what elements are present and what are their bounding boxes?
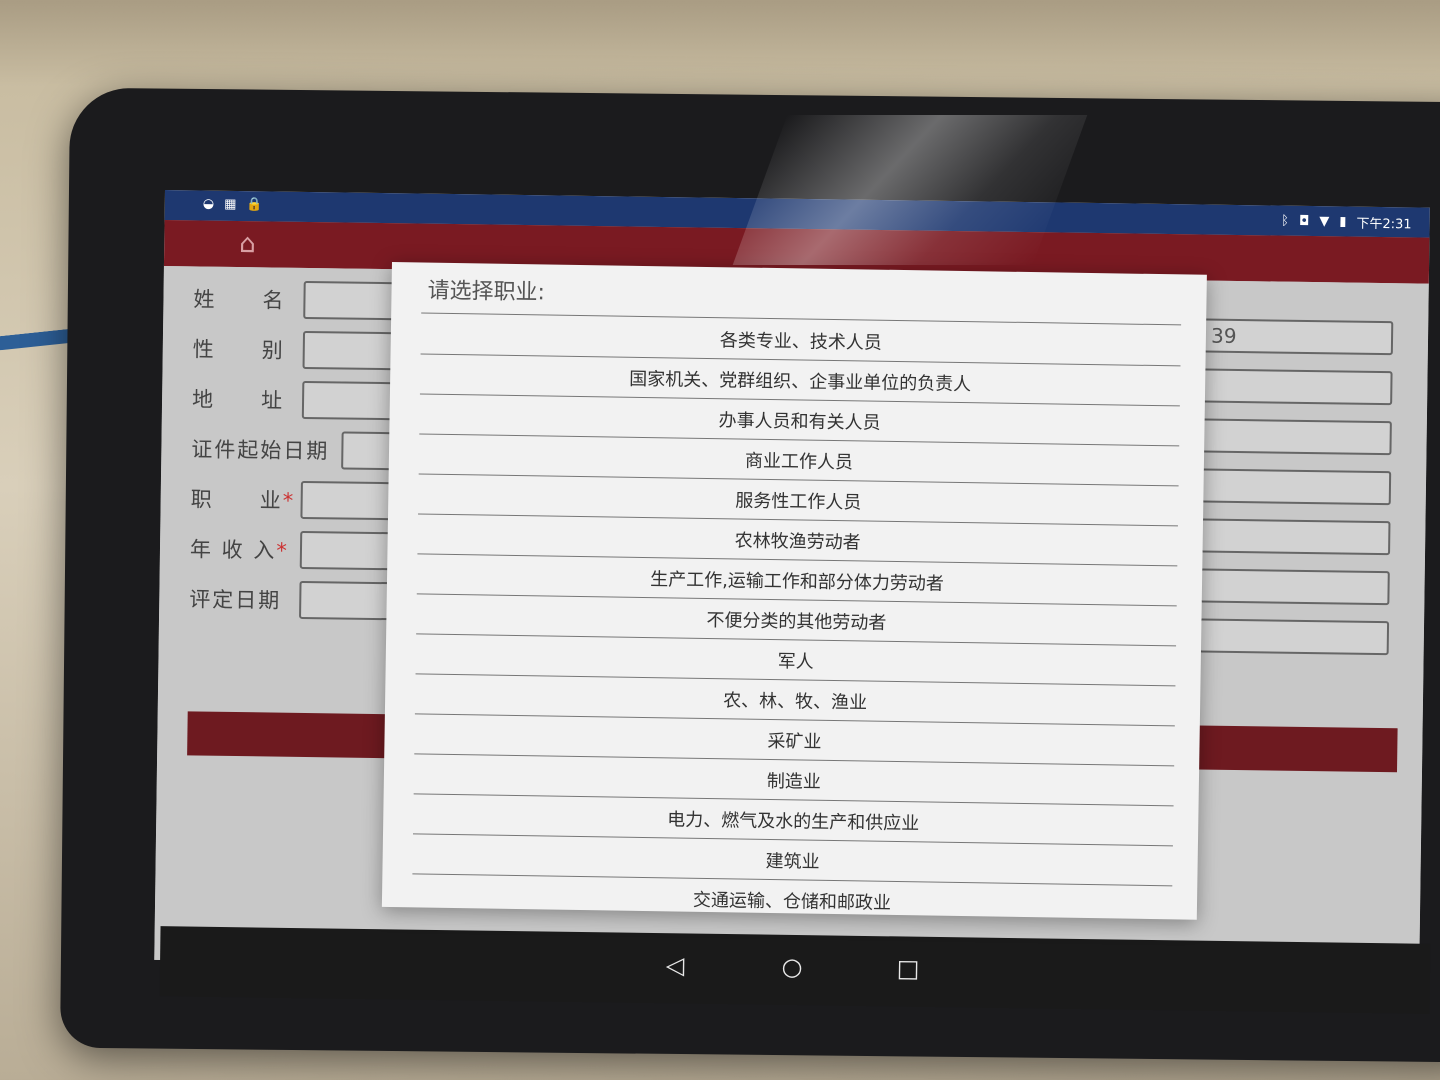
income-label-text: 年 收 入 — [189, 537, 277, 563]
right-input-7[interactable] — [1198, 618, 1390, 656]
form-row-address: 地 址 — [192, 378, 397, 421]
right-input-5[interactable] — [1200, 518, 1391, 556]
rating-date-input[interactable] — [299, 580, 394, 621]
form-row-name: 姓 名 — [193, 278, 398, 321]
right-input-1[interactable]: 39 — [1202, 318, 1394, 356]
gender-label: 性 别 — [192, 337, 285, 363]
lock-icon: 🔒 — [246, 197, 263, 213]
address-label: 地 址 — [191, 387, 285, 413]
id-start-date-label: 证件起始日期 — [191, 437, 330, 464]
id-start-date-input[interactable] — [341, 431, 396, 471]
battery-icon: ▮ — [1339, 214, 1347, 230]
occupation-dialog: 请选择职业: 各类专业、技术人员 国家机关、党群组织、企事业单位的负责人 办事人… — [381, 262, 1207, 920]
wifi-icon: ▼ — [1319, 214, 1330, 230]
required-marker: * — [276, 538, 290, 563]
circle-home-icon[interactable]: ○ — [772, 953, 812, 982]
occupation-option-list: 各类专业、技术人员 国家机关、党群组织、企事业单位的负责人 办事人员和有关人员 … — [412, 314, 1182, 925]
income-label: 年 收 入* — [190, 533, 300, 565]
income-input[interactable] — [299, 530, 395, 571]
required-marker: * — [282, 488, 296, 513]
home-icon[interactable]: ⌂ — [239, 229, 269, 259]
dialog-title: 请选择职业: — [427, 278, 546, 306]
status-notifications: ◒ ▦ 🔒 — [203, 197, 263, 213]
screen-glare — [732, 115, 1088, 265]
form-row-income: 年 收 入* — [190, 528, 395, 571]
name-label: 姓 名 — [193, 287, 286, 313]
form-row-rating-date: 评定日期 — [189, 578, 394, 621]
form-row-occupation: 职 业* — [190, 478, 395, 521]
right-input-3[interactable] — [1201, 418, 1392, 456]
app-notification-icon: ▦ — [224, 196, 237, 212]
occupation-input[interactable] — [300, 480, 395, 521]
bluetooth-icon: ᛒ — [1281, 213, 1290, 229]
occupation-label: 职 业* — [190, 483, 300, 515]
right-input-6[interactable] — [1199, 568, 1390, 606]
form-row-gender: 性 别 — [193, 328, 398, 371]
address-input[interactable] — [301, 380, 397, 421]
name-input[interactable] — [303, 280, 398, 321]
square-recents-icon[interactable]: □ — [888, 954, 928, 983]
status-system: ᛒ ◘ ▼ ▮ 下午2:31 — [1281, 212, 1412, 233]
occupation-label-text: 职 业 — [190, 487, 283, 513]
form-row-id-start-date: 证件起始日期 — [191, 428, 396, 471]
back-triangle-icon[interactable]: ◁ — [655, 951, 695, 980]
notification-icon: ◒ — [202, 196, 215, 212]
right-input-2[interactable] — [1202, 368, 1393, 406]
rating-date-label: 评定日期 — [189, 587, 282, 613]
right-input-4[interactable] — [1200, 468, 1392, 506]
gender-input[interactable] — [302, 330, 398, 371]
vibrate-icon: ◘ — [1298, 213, 1310, 229]
status-time: 下午2:31 — [1356, 216, 1412, 233]
